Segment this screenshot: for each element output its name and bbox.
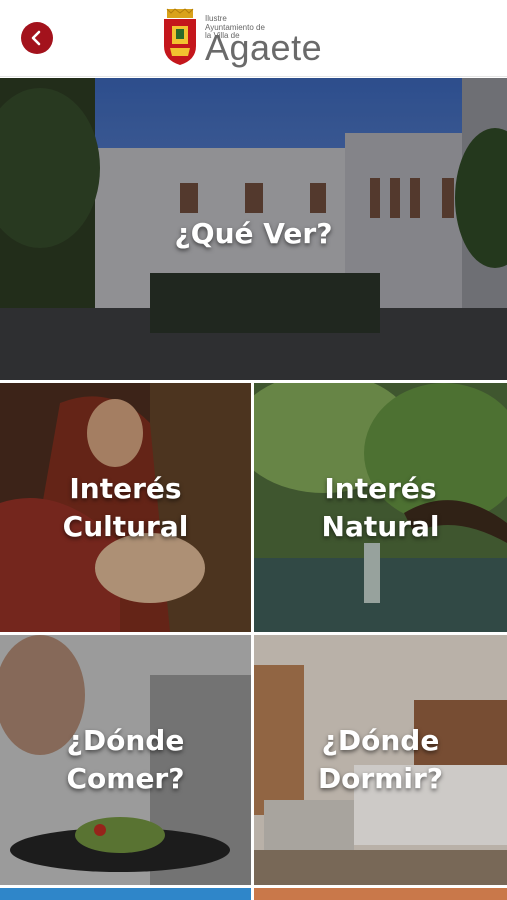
- tile-donde-dormir[interactable]: ¿Dónde Dormir?: [254, 635, 507, 885]
- next-tile-right[interactable]: [254, 888, 507, 900]
- tile-donde-comer[interactable]: ¿Dónde Comer?: [0, 635, 251, 885]
- next-tile-left[interactable]: [0, 888, 251, 900]
- tile-que-ver-label: ¿Qué Ver?: [174, 217, 333, 250]
- coat-of-arms-icon: [164, 8, 196, 65]
- tile-donde-dormir-label: ¿Dónde Dormir?: [317, 724, 444, 795]
- logo-title: Agaete: [205, 27, 323, 68]
- chevron-left-icon: [31, 30, 41, 46]
- app-header: Ilustre Ayuntamiento de la Villa de Agae…: [0, 0, 507, 77]
- tile-donde-comer-label: ¿Dónde Comer?: [66, 724, 185, 795]
- tile-interes-cultural[interactable]: Interés Cultural: [0, 383, 251, 632]
- tile-interes-natural[interactable]: Interés Natural: [254, 383, 507, 632]
- agaete-logo: Ilustre Ayuntamiento de la Villa de Agae…: [162, 8, 362, 68]
- tile-que-ver[interactable]: ¿Qué Ver?: [0, 78, 507, 380]
- tile-interes-natural-label: Interés Natural: [321, 471, 440, 543]
- back-button[interactable]: [21, 22, 53, 54]
- tile-interes-cultural-label: Interés Cultural: [62, 471, 189, 543]
